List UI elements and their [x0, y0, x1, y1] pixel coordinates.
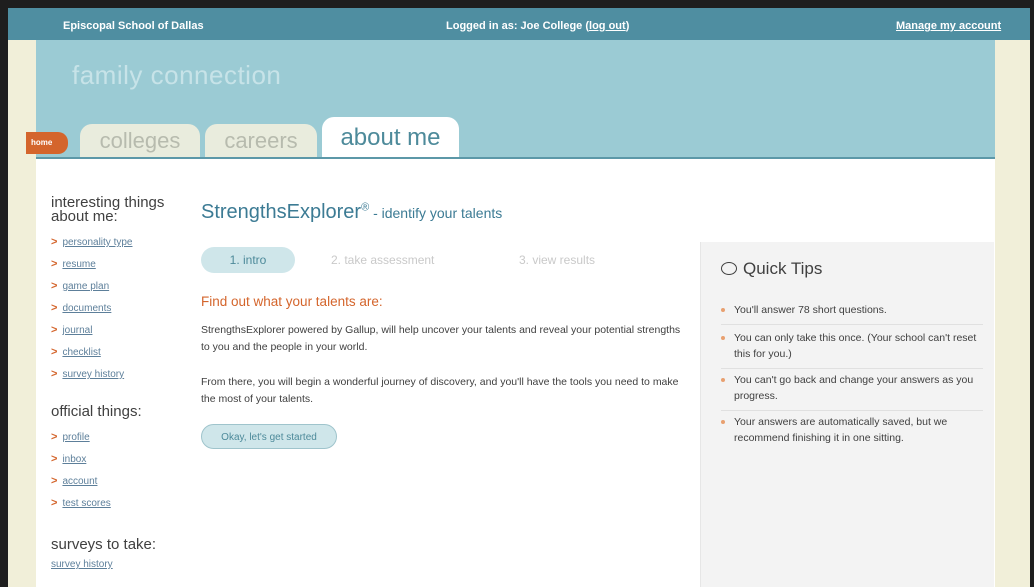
sidebar-link-survey-history[interactable]: survey history [51, 559, 113, 570]
chevron-right-icon: > [51, 475, 58, 487]
section-heading: Find out what your talents are: [201, 294, 383, 309]
screen-border-right [1030, 0, 1034, 587]
sidebar-item-label: game plan [62, 281, 110, 292]
sidebar-item-personality-type[interactable]: > personality type [51, 236, 132, 248]
get-started-button[interactable]: Okay, let's get started [201, 424, 337, 449]
logout-link[interactable]: log out [589, 20, 626, 32]
sidebar-item-test-scores[interactable]: > test scores [51, 497, 111, 509]
sidebar: interesting things about me: > personalit… [36, 159, 186, 587]
chevron-right-icon: > [51, 236, 58, 248]
tip-item: You'll answer 78 short questions. [721, 302, 983, 318]
chevron-right-icon: > [51, 497, 58, 509]
journey-paragraph: From there, you will begin a wonderful j… [201, 376, 679, 405]
main-content: StrengthsExplorer® - identify your talen… [186, 159, 686, 587]
tip-item: You can't go back and change your answer… [721, 372, 983, 404]
chevron-right-icon: > [51, 258, 58, 270]
screen-border-top [0, 0, 1034, 8]
title-subtitle: - identify your talents [369, 205, 503, 221]
sidebar-item-game-plan[interactable]: > game plan [51, 280, 109, 292]
chevron-right-icon: > [51, 431, 58, 443]
chevron-right-icon: > [51, 280, 58, 292]
step-take-assessment: 2. take assessment [331, 253, 435, 267]
left-margin [8, 40, 36, 587]
tip-divider [721, 368, 983, 369]
tip-text: You can only take this once. (Your schoo… [734, 332, 977, 360]
sidebar-item-label: resume [62, 259, 96, 270]
chevron-right-icon: > [51, 346, 58, 358]
sidebar-item-label: test scores [62, 498, 111, 509]
quick-tips-title: Quick Tips [721, 259, 822, 279]
chevron-right-icon: > [51, 453, 58, 465]
tip-item: Your answers are automatically saved, bu… [721, 414, 983, 446]
quick-tips-label: Quick Tips [743, 259, 823, 278]
title-text: StrengthsExplorer [201, 201, 362, 223]
screen-border-left [0, 0, 8, 587]
top-bar: Episcopal School of Dallas Logged in as:… [8, 8, 1030, 40]
tip-text: Your answers are automatically saved, bu… [734, 416, 948, 444]
sidebar-item-account[interactable]: > account [51, 475, 97, 487]
sidebar-item-label: survey history [62, 369, 125, 380]
login-suffix: ) [625, 20, 630, 32]
header-divider [36, 157, 995, 159]
header: family connection home colleges careers … [26, 40, 995, 160]
sidebar-item-profile[interactable]: > profile [51, 431, 90, 443]
tab-about-me[interactable]: about me [322, 117, 459, 160]
tip-divider [721, 410, 983, 411]
bullet-icon [721, 420, 725, 424]
step-intro[interactable]: 1. intro [201, 247, 295, 273]
sidebar-item-label: profile [62, 432, 90, 443]
home-tab[interactable]: home [26, 132, 68, 154]
step-tabs: 1. intro 2. take assessment 3. view resu… [201, 247, 671, 275]
intro-paragraph: StrengthsExplorer powered by Gallup, wil… [201, 324, 681, 353]
brand-logo: family connection [72, 60, 282, 90]
manage-account-link[interactable]: Manage my account [896, 20, 1001, 32]
tab-colleges[interactable]: colleges [80, 124, 200, 158]
quick-tips-panel: Quick Tips You'll answer 78 short questi… [700, 242, 994, 587]
sidebar-heading-official: official things: [51, 403, 142, 420]
step-view-results: 3. view results [519, 253, 596, 267]
sidebar-heading-interesting: interesting things about me: [51, 194, 165, 225]
tip-item: You can only take this once. (Your schoo… [721, 330, 983, 362]
right-margin [995, 40, 1032, 587]
chevron-right-icon: > [51, 302, 58, 314]
bullet-icon [721, 308, 725, 312]
tip-divider [721, 324, 983, 325]
sidebar-item-documents[interactable]: > documents [51, 302, 111, 314]
sidebar-item-label: inbox [62, 454, 87, 465]
sidebar-item-label: documents [62, 303, 112, 314]
page-frame: Episcopal School of Dallas Logged in as:… [0, 0, 1034, 587]
sidebar-item-inbox[interactable]: > inbox [51, 453, 86, 465]
sidebar-item-survey-history[interactable]: > survey history [51, 368, 124, 380]
sidebar-item-checklist[interactable]: > checklist [51, 346, 101, 358]
login-status: Logged in as: Joe College (log out) [446, 20, 629, 32]
sidebar-heading-surveys: surveys to take: [51, 536, 157, 553]
speech-bubble-icon [721, 262, 737, 275]
sidebar-item-label: journal [62, 325, 93, 336]
chevron-right-icon: > [51, 324, 58, 336]
bullet-icon [721, 336, 725, 340]
bullet-icon [721, 378, 725, 382]
chevron-right-icon: > [51, 368, 58, 380]
registered-mark: ® [361, 201, 370, 214]
sidebar-item-label: personality type [62, 237, 133, 248]
tip-text: You can't go back and change your answer… [734, 374, 974, 402]
sidebar-item-journal[interactable]: > journal [51, 324, 92, 336]
login-prefix: Logged in as: Joe College ( [446, 20, 590, 32]
sidebar-item-resume[interactable]: > resume [51, 258, 96, 270]
school-name: Episcopal School of Dallas [63, 20, 204, 32]
tab-careers[interactable]: careers [205, 124, 317, 158]
page-title: StrengthsExplorer® - identify your talen… [201, 201, 502, 224]
tip-text: You'll answer 78 short questions. [734, 304, 887, 316]
sidebar-item-label: checklist [62, 347, 101, 358]
sidebar-item-label: account [62, 476, 98, 487]
